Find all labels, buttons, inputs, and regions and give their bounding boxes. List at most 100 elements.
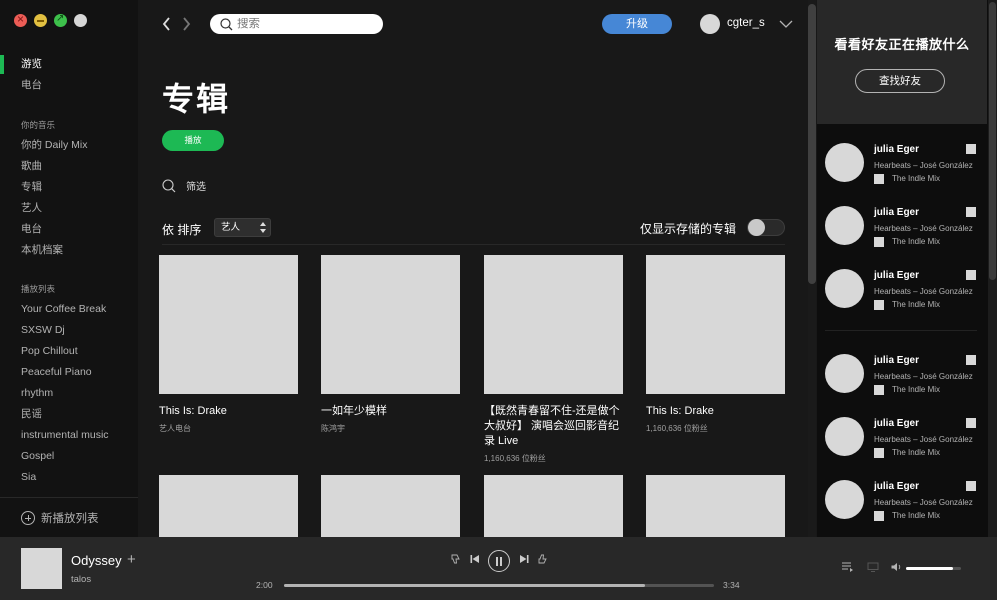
album-title[interactable]: This Is: Drake (646, 404, 785, 419)
volume-button[interactable] (891, 562, 902, 572)
playlist-item[interactable]: 民谣 (0, 404, 138, 425)
album-card[interactable] (321, 475, 460, 537)
avatar[interactable] (825, 354, 864, 393)
friend-item[interactable]: julia Eger Hearbeats – José González The… (817, 354, 977, 416)
friend-item[interactable]: julia Eger Hearbeats – José González The… (817, 480, 977, 542)
avatar[interactable] (700, 14, 720, 34)
volume-slider[interactable] (906, 567, 961, 570)
playlist-item[interactable]: Peaceful Piano (0, 362, 138, 383)
friend-item[interactable]: julia Eger Hearbeats – José González The… (817, 269, 977, 331)
playback-progress-bar[interactable] (284, 584, 714, 587)
friends-scrollbar-thumb[interactable] (989, 2, 996, 280)
sidebar-item-local-files[interactable]: 本机档案 (0, 240, 138, 261)
now-playing-title[interactable]: Odyssey (71, 553, 122, 568)
friend-item[interactable]: julia Eger Hearbeats – José González The… (817, 417, 977, 479)
friend-track[interactable]: Hearbeats – José González (874, 498, 976, 507)
filter-field[interactable]: 筛选 (162, 178, 206, 193)
pause-button[interactable] (488, 550, 510, 572)
friend-name[interactable]: julia Eger (874, 144, 919, 155)
album-cover[interactable] (159, 475, 298, 537)
album-cover[interactable] (646, 475, 785, 537)
avatar[interactable] (825, 417, 864, 456)
friend-name[interactable]: julia Eger (874, 418, 919, 429)
thumbs-up-button[interactable] (538, 554, 548, 564)
album-title[interactable]: 一如年少模样 (321, 404, 460, 419)
album-card[interactable]: 【既然青春留不住-还是做个大叔好】 演唱会巡回影音纪录 Live 1,160,6… (484, 255, 623, 464)
sort-select[interactable]: 艺人 (214, 218, 271, 237)
album-card[interactable]: This Is: Drake 艺人电台 (159, 255, 298, 434)
sidebar-item-daily-mix[interactable]: 你的 Daily Mix (0, 135, 138, 156)
album-card[interactable] (159, 475, 298, 537)
friend-context[interactable]: The Indle Mix (892, 511, 940, 520)
friend-item[interactable]: julia Eger Hearbeats – José González The… (817, 206, 977, 268)
back-button[interactable] (158, 15, 174, 33)
window-minimize-button[interactable] (34, 14, 47, 27)
friend-context[interactable]: The Indle Mix (892, 300, 940, 309)
now-playing-artist[interactable]: talos (71, 574, 91, 585)
playlist-item[interactable]: SXSW Dj (0, 320, 138, 341)
avatar[interactable] (825, 269, 864, 308)
window-close-button[interactable] (14, 12, 27, 27)
album-card[interactable]: This Is: Drake 1,160,636 位粉丝 (646, 255, 785, 434)
sidebar-item-stations[interactable]: 电台 (0, 219, 138, 240)
avatar[interactable] (825, 206, 864, 245)
sidebar-item-radio[interactable]: 电台 (0, 75, 138, 96)
window-maximize-button[interactable] (54, 13, 67, 27)
friend-track[interactable]: Hearbeats – José González (874, 161, 976, 170)
upgrade-button[interactable]: 升级 (602, 14, 672, 34)
playlist-item[interactable]: Your Coffee Break (0, 299, 138, 320)
playlist-item[interactable]: instrumental music (0, 425, 138, 446)
add-to-library-button[interactable]: + (127, 551, 136, 568)
offline-only-toggle[interactable] (747, 219, 785, 236)
play-button[interactable]: 播放 (162, 130, 224, 151)
album-card[interactable]: 一如年少模样 陈鸿宇 (321, 255, 460, 434)
album-cover[interactable] (646, 255, 785, 394)
album-cover[interactable] (321, 255, 460, 394)
search-input[interactable] (237, 18, 377, 30)
friend-track[interactable]: Hearbeats – José González (874, 287, 976, 296)
next-button[interactable] (519, 554, 529, 564)
new-playlist-button[interactable]: 新播放列表 (0, 497, 138, 537)
album-title[interactable]: This Is: Drake (159, 404, 298, 419)
forward-button[interactable] (178, 15, 194, 33)
album-cover[interactable] (159, 255, 298, 394)
chevron-down-icon[interactable] (779, 19, 793, 29)
album-cover[interactable] (484, 255, 623, 394)
friend-item[interactable]: julia Eger Hearbeats – José González The… (817, 143, 977, 205)
playlist-item[interactable]: rhythm (0, 383, 138, 404)
find-friends-button[interactable]: 查找好友 (855, 69, 945, 93)
friend-name[interactable]: julia Eger (874, 481, 919, 492)
playlist-item[interactable]: Pop Chillout (0, 341, 138, 362)
friend-name[interactable]: julia Eger (874, 270, 919, 281)
album-card[interactable] (646, 475, 785, 537)
main-scrollbar-thumb[interactable] (808, 4, 816, 284)
devices-button[interactable] (867, 562, 879, 572)
album-title[interactable]: 【既然青春留不住-还是做个大叔好】 演唱会巡回影音纪录 Live (484, 404, 623, 449)
search-box[interactable] (210, 14, 383, 34)
friend-context[interactable]: The Indle Mix (892, 448, 940, 457)
avatar[interactable] (825, 480, 864, 519)
playlist-item[interactable]: Gospel (0, 446, 138, 467)
friend-name[interactable]: julia Eger (874, 355, 919, 366)
album-card[interactable] (484, 475, 623, 537)
sidebar-item-artists[interactable]: 艺人 (0, 198, 138, 219)
sidebar-item-songs[interactable]: 歌曲 (0, 156, 138, 177)
album-cover[interactable] (321, 475, 460, 537)
previous-button[interactable] (470, 554, 480, 564)
sidebar-item-browse[interactable]: 游览 (0, 54, 138, 75)
playlist-item[interactable]: Sia (0, 467, 138, 488)
friend-track[interactable]: Hearbeats – José González (874, 435, 976, 444)
sidebar-item-albums[interactable]: 专辑 (0, 177, 138, 198)
thumbs-down-button[interactable] (451, 554, 461, 564)
queue-button[interactable] (842, 562, 854, 572)
now-playing-cover[interactable] (21, 548, 62, 589)
album-cover[interactable] (484, 475, 623, 537)
friend-track[interactable]: Hearbeats – José González (874, 372, 976, 381)
friend-track[interactable]: Hearbeats – José González (874, 224, 976, 233)
avatar[interactable] (825, 143, 864, 182)
window-fullscreen-button[interactable] (74, 14, 87, 27)
friend-name[interactable]: julia Eger (874, 207, 919, 218)
friend-context[interactable]: The Indle Mix (892, 385, 940, 394)
username[interactable]: cgter_s (727, 17, 765, 29)
friend-context[interactable]: The Indle Mix (892, 174, 940, 183)
